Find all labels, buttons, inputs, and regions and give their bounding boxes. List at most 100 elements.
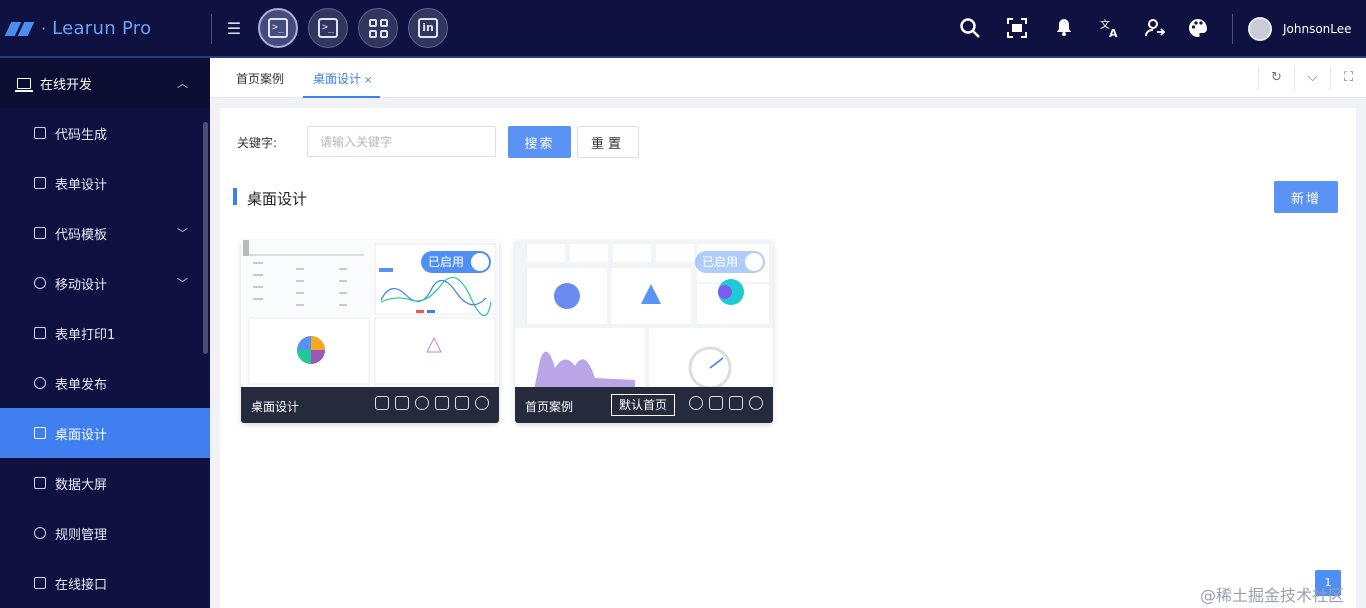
keyword-input[interactable] bbox=[307, 126, 496, 157]
fullscreen-icon[interactable]: ⛶ bbox=[1330, 66, 1366, 90]
terminal-icon: >_ bbox=[268, 18, 288, 38]
desktop-card[interactable]: 已启用 桌面设计 bbox=[241, 240, 499, 423]
sidebar-item-label: 移动设计 bbox=[55, 277, 108, 293]
tab-label: 首页案例 bbox=[236, 72, 285, 86]
palette-icon[interactable] bbox=[1186, 17, 1210, 41]
section-marker bbox=[233, 188, 237, 205]
history-icon[interactable] bbox=[749, 396, 763, 410]
svg-text:A: A bbox=[1109, 27, 1118, 39]
code-icon bbox=[34, 127, 46, 139]
terminal-icon bbox=[34, 577, 46, 589]
sidebar-item-mobile-design[interactable]: 移动设计 ﹀ bbox=[0, 258, 210, 308]
section-title: 桌面设计 bbox=[247, 190, 308, 208]
avatar bbox=[1248, 17, 1272, 41]
search-icon[interactable] bbox=[958, 17, 982, 41]
form-icon bbox=[34, 177, 46, 189]
copy-icon[interactable] bbox=[435, 396, 449, 410]
status-toggle[interactable]: 已启用 bbox=[421, 251, 491, 273]
chevron-down-icon[interactable]: ⌵ bbox=[1294, 66, 1330, 90]
sidebar-item-form-print[interactable]: 表单打印1 bbox=[0, 308, 210, 358]
user-menu[interactable]: JohnsonLee bbox=[1248, 17, 1352, 41]
quick-grid-button[interactable] bbox=[358, 8, 398, 48]
card-actions bbox=[689, 396, 763, 410]
watch-icon bbox=[34, 277, 46, 289]
tab-close-icon[interactable]: × bbox=[364, 75, 372, 86]
cloud-upload-icon bbox=[34, 377, 46, 389]
tab-home-case[interactable]: 首页案例 bbox=[236, 58, 284, 98]
sidebar-item-data-screen[interactable]: 数据大屏 bbox=[0, 458, 210, 508]
chevron-down-icon: ﹀ bbox=[177, 277, 188, 290]
sidebar-item-form-design[interactable]: 表单设计 bbox=[0, 158, 210, 208]
main-content: 关键字: 搜索 重置 桌面设计 新增 bbox=[220, 108, 1356, 608]
sidebar-item-label: 代码生成 bbox=[55, 127, 108, 143]
file-icon bbox=[34, 227, 46, 239]
sidebar-item-form-publish[interactable]: 表单发布 bbox=[0, 358, 210, 408]
chevron-up-icon: ︿ bbox=[177, 77, 188, 90]
default-home-tag: 默认首页 bbox=[611, 394, 676, 416]
delete-icon[interactable] bbox=[395, 396, 409, 410]
translate-icon[interactable]: 文A bbox=[1098, 17, 1122, 41]
linkedin-icon: in bbox=[418, 18, 438, 38]
grid-icon bbox=[368, 18, 388, 38]
logo[interactable]: · Learun Pro bbox=[4, 18, 152, 39]
home-case-card[interactable]: 已启用 首页案例 默认首页 bbox=[515, 240, 773, 423]
card-footer: 桌面设计 bbox=[241, 387, 499, 423]
app-title: Learun Pro bbox=[52, 18, 152, 39]
sidebar-group-online-dev[interactable]: 在线开发 ︿ bbox=[0, 58, 210, 108]
menu-toggle-icon[interactable]: ☰ bbox=[224, 19, 244, 39]
download-icon[interactable] bbox=[455, 396, 469, 410]
print-icon bbox=[34, 327, 46, 339]
eye-icon[interactable] bbox=[689, 396, 703, 410]
card-actions bbox=[375, 396, 489, 410]
username: JohnsonLee bbox=[1283, 22, 1352, 36]
card-name: 桌面设计 bbox=[251, 400, 300, 414]
bell-icon[interactable] bbox=[1052, 17, 1076, 41]
reset-button[interactable]: 重置 bbox=[577, 126, 639, 158]
divider bbox=[1232, 14, 1233, 44]
card-footer: 首页案例 默认首页 bbox=[515, 387, 773, 423]
status-label: 已启用 bbox=[428, 255, 465, 269]
scan-icon[interactable] bbox=[1005, 17, 1029, 41]
search-button[interactable]: 搜索 bbox=[508, 126, 571, 158]
sidebar-item-online-api[interactable]: 在线接口 bbox=[0, 558, 210, 608]
keyword-label: 关键字: bbox=[237, 136, 278, 150]
quick-terminal-button-active[interactable]: >_ bbox=[258, 8, 298, 48]
download-icon[interactable] bbox=[729, 396, 743, 410]
history-icon[interactable] bbox=[475, 396, 489, 410]
top-bar: · Learun Pro ☰ >_ >_ in 文A JohnsonLee bbox=[0, 0, 1366, 58]
sidebar: 在线开发 ︿ 代码生成 表单设计 代码模板 ﹀ 移动设计 ﹀ 表单打印1 表单发… bbox=[0, 58, 210, 608]
sidebar-scrollbar[interactable] bbox=[203, 122, 208, 354]
sidebar-item-label: 代码模板 bbox=[55, 227, 108, 243]
chart-icon bbox=[34, 477, 46, 489]
card-thumbnail: 已启用 bbox=[241, 240, 499, 387]
sidebar-item-code-template[interactable]: 代码模板 ﹀ bbox=[0, 208, 210, 258]
user-switch-icon[interactable] bbox=[1143, 17, 1167, 41]
copy-icon[interactable] bbox=[709, 396, 723, 410]
card-thumbnail: 已启用 bbox=[515, 240, 773, 387]
status-label: 已启用 bbox=[702, 255, 739, 269]
add-button[interactable]: 新增 bbox=[1274, 181, 1338, 213]
tab-desktop-design[interactable]: 桌面设计 × bbox=[302, 58, 381, 98]
logo-icon bbox=[4, 21, 35, 36]
divider bbox=[211, 14, 212, 44]
eye-icon[interactable] bbox=[415, 396, 429, 410]
sidebar-item-desktop-design[interactable]: 桌面设计 bbox=[0, 408, 210, 458]
sidebar-item-rule-manage[interactable]: 规则管理 bbox=[0, 508, 210, 558]
sidebar-item-label: 数据大屏 bbox=[55, 477, 108, 493]
tab-label: 桌面设计 bbox=[313, 72, 362, 86]
sidebar-item-label: 表单设计 bbox=[55, 177, 108, 193]
monitor-icon[interactable] bbox=[375, 396, 389, 410]
tab-bar: 首页案例 桌面设计 × ↻ ⌵ ⛶ bbox=[210, 58, 1366, 98]
sidebar-item-label: 在线接口 bbox=[55, 577, 108, 593]
terminal-icon: >_ bbox=[318, 18, 338, 38]
desktop-frame-icon bbox=[34, 427, 46, 439]
quick-linkedin-button[interactable]: in bbox=[408, 8, 448, 48]
sidebar-item-label: 表单发布 bbox=[55, 377, 108, 393]
laptop-icon bbox=[15, 77, 33, 92]
refresh-icon[interactable]: ↻ bbox=[1258, 66, 1294, 90]
status-toggle[interactable]: 已启用 bbox=[695, 251, 765, 273]
card-name: 首页案例 bbox=[525, 400, 574, 414]
sidebar-item-code-gen[interactable]: 代码生成 bbox=[0, 108, 210, 158]
quick-terminal-button[interactable]: >_ bbox=[308, 8, 348, 48]
sidebar-item-label: 规则管理 bbox=[55, 527, 108, 543]
